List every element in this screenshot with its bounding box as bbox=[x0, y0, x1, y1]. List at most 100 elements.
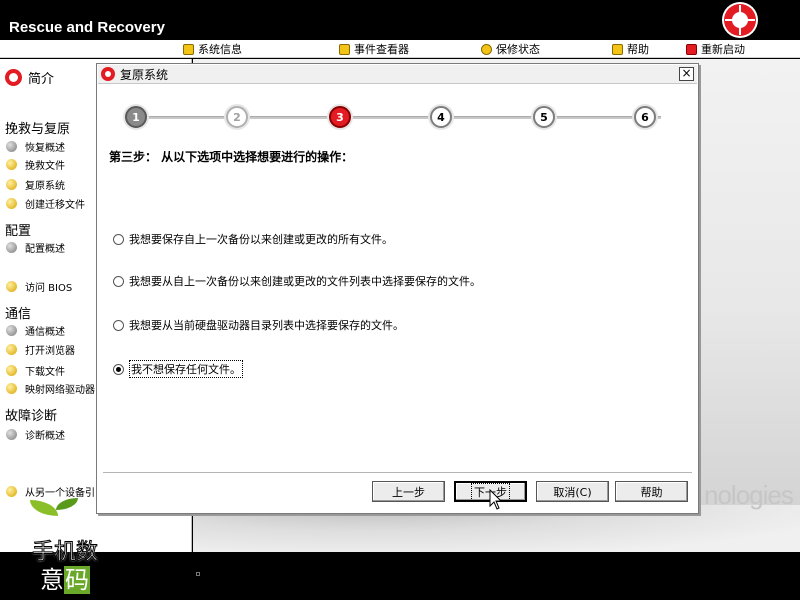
menu-label: 重新启动 bbox=[701, 43, 745, 56]
sidebar-item-label: 映射网络驱动器 bbox=[25, 385, 95, 396]
menu-label: 保修状态 bbox=[496, 43, 540, 56]
sidebar-heading-communication: 通信 bbox=[5, 307, 32, 322]
sidebar-item-open-browser[interactable]: 打开浏览器 bbox=[6, 342, 75, 357]
yellow-dot-icon bbox=[6, 365, 17, 376]
menu-label: 事件查看器 bbox=[354, 43, 409, 56]
cancel-button[interactable]: 取消(C) bbox=[536, 481, 609, 502]
yellow-dot-icon bbox=[6, 159, 17, 170]
menu-item-restart[interactable]: 重新启动 bbox=[686, 41, 745, 57]
sidebar-item-label: 打开浏览器 bbox=[25, 346, 75, 357]
close-button[interactable]: × bbox=[679, 67, 694, 81]
option-select-from-directory[interactable]: 我想要从当前硬盘驱动器目录列表中选择要保存的文件。 bbox=[113, 317, 404, 333]
step-5: 5 bbox=[533, 106, 555, 128]
option-save-nothing[interactable]: 我不想保存任何文件。 bbox=[113, 360, 243, 378]
yellow-dot-icon bbox=[6, 179, 17, 190]
restore-system-dialog: 复原系统 × 1 2 3 4 5 6 第三步： 从以下选项中选择想要进行的操作：… bbox=[96, 63, 699, 514]
sidebar-item-restore-system[interactable]: 复原系统 bbox=[6, 177, 65, 192]
sidebar-item-recovery-overview[interactable]: 恢复概述 bbox=[6, 139, 65, 154]
back-button[interactable]: 上一步 bbox=[372, 481, 445, 502]
help-icon bbox=[612, 43, 623, 55]
event-viewer-icon bbox=[339, 43, 350, 55]
step-1: 1 bbox=[125, 106, 147, 128]
brand-registered-mark: ® bbox=[108, 536, 118, 547]
option-label: 我不想保存任何文件。 bbox=[129, 360, 243, 378]
sidebar-item-access-bios[interactable]: 访问 BIOS bbox=[6, 279, 72, 294]
option-label: 我想要保存自上一次备份以来创建或更改的所有文件。 bbox=[129, 233, 393, 246]
dialog-divider bbox=[103, 472, 692, 473]
yellow-dot-icon bbox=[6, 383, 17, 394]
app-title: Rescue and Recovery bbox=[9, 19, 165, 36]
lifebuoy-icon bbox=[5, 69, 22, 86]
option-select-from-changed-list[interactable]: 我想要从自上一次备份以来创建或更改的文件列表中选择要保存的文件。 bbox=[113, 273, 481, 289]
radio-button-checked[interactable] bbox=[113, 363, 124, 375]
help-button[interactable]: 帮助 bbox=[615, 481, 688, 502]
sidebar-item-label: 挽救文件 bbox=[25, 161, 65, 172]
status-indicator bbox=[196, 572, 200, 576]
sidebar-item-map-network-drive[interactable]: 映射网络驱动器 bbox=[6, 381, 95, 396]
help-button-label: 帮助 bbox=[640, 485, 663, 499]
step-indicator: 1 2 3 4 5 6 bbox=[125, 106, 661, 128]
option-label: 我想要从当前硬盘驱动器目录列表中选择要保存的文件。 bbox=[129, 319, 404, 332]
brand-text-bottom: 意码 bbox=[40, 560, 90, 595]
brand-char-highlight: 码 bbox=[64, 566, 90, 594]
step-6: 6 bbox=[634, 106, 656, 128]
sidebar-item-label: 恢复概述 bbox=[25, 143, 65, 154]
yellow-dot-icon bbox=[6, 344, 17, 355]
mouse-cursor-icon bbox=[489, 489, 503, 510]
menu-item-event-viewer[interactable]: 事件查看器 bbox=[339, 41, 409, 57]
menu-item-system-info[interactable]: 系统信息 bbox=[183, 41, 242, 57]
sidebar-item-label: 通信概述 bbox=[25, 327, 65, 338]
sidebar-item-label: 下载文件 bbox=[25, 367, 65, 378]
warranty-icon bbox=[481, 43, 492, 55]
lifebuoy-icon bbox=[101, 67, 115, 81]
sidebar-item-comm-overview[interactable]: 通信概述 bbox=[6, 323, 65, 338]
sidebar-item-diagnostics-overview[interactable]: 诊断概述 bbox=[6, 427, 65, 442]
menu-label: 帮助 bbox=[627, 43, 649, 56]
bottom-bar bbox=[0, 552, 800, 600]
yellow-dot-icon bbox=[6, 198, 17, 209]
sidebar-item-label: 创建迁移文件 bbox=[25, 200, 85, 211]
sidebar-heading-config: 配置 bbox=[5, 224, 32, 239]
dialog-title: 复原系统 bbox=[120, 67, 169, 82]
sidebar-item-label: 访问 BIOS bbox=[25, 283, 73, 294]
step-heading: 第三步： 从以下选项中选择想要进行的操作： bbox=[109, 150, 354, 164]
sidebar-item-create-migration[interactable]: 创建迁移文件 bbox=[6, 196, 85, 211]
sidebar-item-label: 配置概述 bbox=[25, 244, 65, 255]
step-3: 3 bbox=[329, 106, 351, 128]
menu-item-warranty[interactable]: 保修状态 bbox=[481, 41, 540, 57]
brand-char: 意 bbox=[40, 566, 64, 594]
sidebar-item-label: 复原系统 bbox=[25, 181, 65, 192]
menu-bar: 系统信息 事件查看器 保修状态 帮助 重新启动 bbox=[0, 40, 800, 58]
back-button-label: 上一步 bbox=[392, 485, 425, 499]
menu-label: 系统信息 bbox=[198, 43, 242, 56]
option-label: 我想要从自上一次备份以来创建或更改的文件列表中选择要保存的文件。 bbox=[129, 275, 481, 288]
grey-dot-icon bbox=[6, 141, 17, 152]
sidebar-item-rescue-files[interactable]: 挽救文件 bbox=[6, 157, 65, 172]
option-save-all-changed[interactable]: 我想要保存自上一次备份以来创建或更改的所有文件。 bbox=[113, 231, 393, 247]
sidebar-item-intro[interactable]: 简介 bbox=[5, 68, 54, 87]
step-track bbox=[125, 116, 661, 119]
dialog-title-bar[interactable]: 复原系统 × bbox=[98, 65, 697, 84]
sidebar-item-config-overview[interactable]: 配置概述 bbox=[6, 240, 65, 255]
title-bar: Rescue and Recovery bbox=[0, 0, 800, 40]
step-2: 2 bbox=[226, 106, 248, 128]
radio-button[interactable] bbox=[113, 319, 124, 331]
grey-dot-icon bbox=[6, 242, 17, 253]
yellow-dot-icon bbox=[6, 281, 17, 292]
restart-icon bbox=[686, 43, 697, 55]
sidebar-item-label: 诊断概述 bbox=[25, 431, 65, 442]
sidebar-heading-diagnostics: 故障诊断 bbox=[5, 409, 58, 424]
menu-item-help[interactable]: 帮助 bbox=[612, 41, 649, 57]
radio-button[interactable] bbox=[113, 275, 124, 287]
radio-button[interactable] bbox=[113, 233, 124, 245]
lifebuoy-logo-icon bbox=[722, 2, 758, 38]
app-window: Rescue and Recovery 系统信息 事件查看器 保修状态 帮助 重… bbox=[0, 0, 800, 600]
sidebar-item-label: 简介 bbox=[28, 72, 55, 87]
cancel-button-label: 取消(C) bbox=[553, 485, 592, 499]
grey-dot-icon bbox=[6, 325, 17, 336]
grey-dot-icon bbox=[6, 429, 17, 440]
info-icon bbox=[183, 43, 194, 55]
sidebar-heading-rescue: 挽救与复原 bbox=[5, 122, 71, 137]
sidebar-item-download-files[interactable]: 下载文件 bbox=[6, 363, 65, 378]
background-brand-text: nologies bbox=[704, 480, 794, 510]
